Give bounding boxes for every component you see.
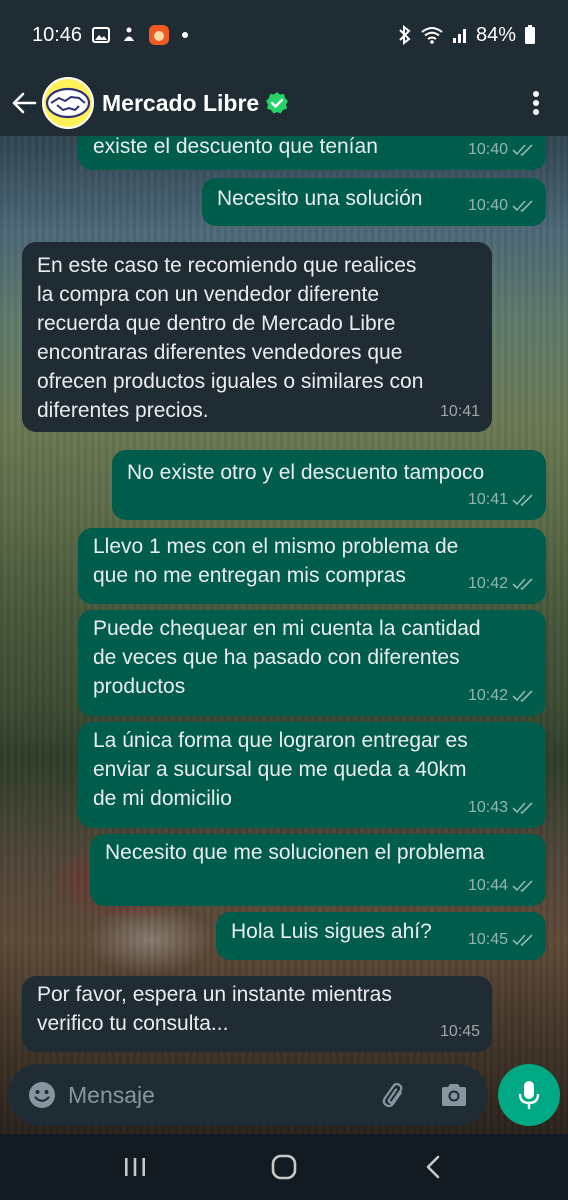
- read-ticks-icon: [512, 879, 534, 893]
- message-bubble-outgoing[interactable]: La única forma que lograron entregar es …: [78, 722, 546, 828]
- app-notification-icon: [148, 24, 170, 46]
- contact-name[interactable]: Mercado Libre: [102, 90, 259, 117]
- message-input[interactable]: [68, 1081, 374, 1109]
- dot-icon: [180, 30, 190, 40]
- message-time: 10:45: [439, 1023, 480, 1040]
- message-text: La única forma que lograron entregar es …: [93, 729, 468, 810]
- wifi-icon: [420, 26, 444, 44]
- bluetooth-icon: [398, 25, 412, 45]
- read-ticks-icon: [512, 493, 534, 507]
- message-text: Necesito que me solucionen el problema: [105, 841, 485, 864]
- message-text: Puede chequear en mi cuenta la cantidad …: [93, 617, 481, 698]
- message-bubble-incoming[interactable]: Por favor, espera un instante mientras v…: [22, 976, 492, 1052]
- read-ticks-icon: [512, 577, 534, 591]
- message-text: En este caso te recomiendo que realices …: [37, 254, 424, 422]
- message-time: 10:40: [467, 141, 508, 158]
- message-list[interactable]: existe el descuento que tenían 10:40 Nec…: [0, 136, 568, 1060]
- signal-icon: [452, 26, 468, 44]
- read-ticks-icon: [512, 689, 534, 703]
- home-icon[interactable]: [259, 1142, 309, 1192]
- recent-apps-icon[interactable]: [110, 1142, 160, 1192]
- message-bubble-outgoing[interactable]: Puede chequear en mi cuenta la cantidad …: [78, 610, 546, 716]
- camera-icon[interactable]: [434, 1075, 474, 1115]
- battery-icon: [524, 25, 536, 45]
- message-time: 10:40: [467, 197, 508, 214]
- back-arrow-icon[interactable]: [6, 83, 42, 123]
- image-icon: [92, 27, 111, 43]
- read-ticks-icon: [512, 199, 534, 213]
- message-bubble-outgoing[interactable]: Necesito una solución 10:40: [202, 178, 546, 226]
- paperclip-icon[interactable]: [374, 1075, 414, 1115]
- message-bubble-outgoing[interactable]: Necesito que me solucionen el problema 1…: [90, 834, 546, 906]
- handshake-logo-icon: [45, 87, 91, 119]
- back-nav-icon[interactable]: [408, 1142, 458, 1192]
- battery-percentage: 84%: [475, 23, 516, 46]
- message-time: 10:42: [467, 687, 508, 704]
- message-text: No existe otro y el descuento tampoco: [127, 461, 485, 484]
- message-time: 10:43: [467, 799, 508, 816]
- message-bubble-outgoing[interactable]: Hola Luis sigues ahí? 10:45: [216, 912, 546, 960]
- emoji-icon[interactable]: [22, 1075, 62, 1115]
- message-text: Llevo 1 mes con el mismo problema de que…: [93, 535, 459, 587]
- message-bubble-incoming[interactable]: En este caso te recomiendo que realices …: [22, 242, 492, 432]
- message-time: 10:41: [439, 403, 480, 420]
- more-options-icon[interactable]: [526, 83, 546, 123]
- message-bubble-outgoing[interactable]: existe el descuento que tenían 10:40: [78, 136, 546, 170]
- microphone-button[interactable]: [498, 1064, 560, 1126]
- message-bubble-outgoing[interactable]: No existe otro y el descuento tampoco 10…: [112, 450, 546, 520]
- status-bar: 10:46 84%: [0, 0, 568, 70]
- message-time: 10:42: [467, 575, 508, 592]
- message-time: 10:44: [467, 877, 508, 894]
- message-text: Por favor, espera un instante mientras v…: [37, 983, 392, 1035]
- chat-header: Mercado Libre: [0, 70, 568, 136]
- read-ticks-icon: [512, 933, 534, 947]
- message-composer: [8, 1064, 488, 1126]
- accessibility-icon: [120, 26, 138, 44]
- verified-badge-icon: [265, 91, 289, 115]
- read-ticks-icon: [512, 143, 534, 157]
- message-time: 10:45: [467, 931, 508, 948]
- microphone-icon: [518, 1081, 540, 1109]
- system-nav-bar: [0, 1134, 568, 1200]
- message-bubble-outgoing[interactable]: Llevo 1 mes con el mismo problema de que…: [78, 528, 546, 604]
- avatar[interactable]: [42, 77, 94, 129]
- status-time: 10:46: [32, 23, 83, 46]
- message-text: existe el descuento que tenían: [93, 136, 378, 158]
- message-time: 10:41: [467, 491, 508, 508]
- read-ticks-icon: [512, 801, 534, 815]
